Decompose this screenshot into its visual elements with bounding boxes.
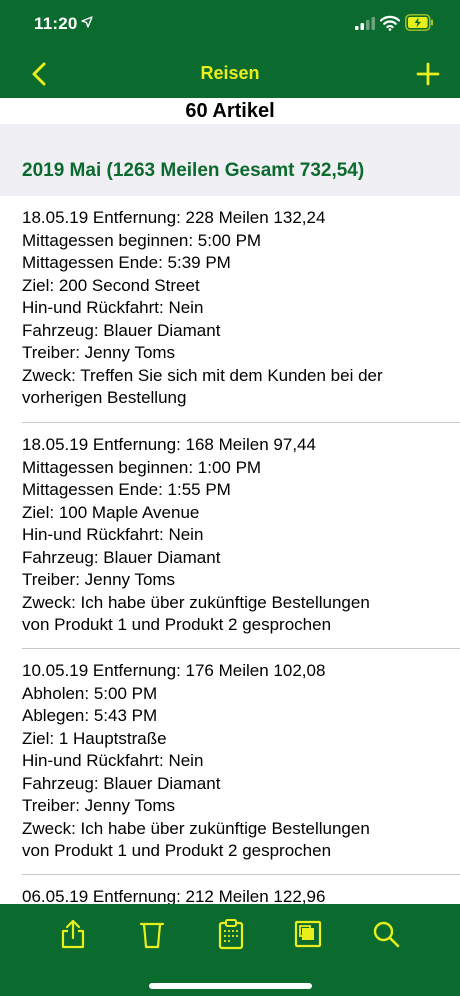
trip-line: 10.05.19 Entfernung: 176 Meilen 102,08 <box>22 661 326 680</box>
trip-entry[interactable]: 18.05.19 Entfernung: 168 Meilen 97,44 Mi… <box>22 434 442 637</box>
share-icon[interactable] <box>58 918 88 950</box>
cellular-signal-icon <box>355 17 375 30</box>
section-header: 2019 Mai (1263 Meilen Gesamt 732,54) <box>0 124 460 196</box>
navigation-bar: Reisen <box>0 50 460 98</box>
trip-line: Fahrzeug: Blauer Diamant <box>22 773 221 793</box>
location-arrow-icon <box>81 16 93 28</box>
trip-line: von Produkt 1 und Produkt 2 gesprochen <box>22 841 332 860</box>
trip-line: Ablegen: 5:43 PM <box>22 706 158 725</box>
section-title: 2019 Mai (1263 Meilen Gesamt 732,54) <box>22 160 365 181</box>
clipboard-report-icon[interactable] <box>216 918 246 950</box>
trip-entry[interactable]: 18.05.19 Entfernung: 228 Meilen 132,24 M… <box>22 207 442 410</box>
page-title: Reisen <box>200 63 260 83</box>
search-icon[interactable] <box>371 918 401 950</box>
trip-line: Treiber: Jenny Toms <box>22 570 176 589</box>
trip-line: 18.05.19 Entfernung: 228 Meilen 132,24 <box>22 208 326 227</box>
trip-line: Mittagessen Ende: 1:55 PM <box>22 480 231 499</box>
trip-line: Hin-und Rückfahrt: Nein <box>22 298 204 317</box>
row-divider <box>22 422 460 423</box>
bottom-toolbar <box>0 904 460 996</box>
trip-line: Fahrzeug: Blauer Diamant <box>22 547 221 567</box>
wifi-icon <box>380 15 400 31</box>
trip-entry[interactable]: 06.05.19 Entfernung: 212 Meilen 122,96 <box>22 886 442 904</box>
trash-icon[interactable] <box>137 918 167 950</box>
trip-line: von Produkt 1 und Produkt 2 gesprochen <box>22 615 332 634</box>
trip-line: Abholen: 5:00 PM <box>22 683 158 703</box>
top-bar: 11:20 Reisen <box>0 0 460 98</box>
plus-icon[interactable] <box>412 58 444 90</box>
trip-line: Hin-und Rückfahrt: Nein <box>22 525 204 544</box>
trip-line: vorherigen Bestellung <box>22 388 187 407</box>
status-time: 11:20 <box>34 14 78 33</box>
trip-line: Treiber: Jenny Toms <box>22 796 176 815</box>
trip-list[interactable]: 18.05.19 Entfernung: 228 Meilen 132,24 M… <box>0 196 460 904</box>
battery-charging-icon <box>405 14 433 31</box>
home-indicator <box>149 983 312 989</box>
trip-line: Zweck: Ich habe über zukünftige Bestellu… <box>22 818 370 838</box>
trip-line: 06.05.19 Entfernung: 212 Meilen 122,96 <box>22 887 326 904</box>
trip-line: Ziel: 1 Hauptstraße <box>22 728 167 748</box>
trip-line: Mittagessen Ende: 5:39 PM <box>22 253 231 272</box>
status-bar: 11:20 <box>0 0 460 50</box>
trip-line: Zweck: Treffen Sie sich mit dem Kunden b… <box>22 365 383 385</box>
trip-line: Treiber: Jenny Toms <box>22 343 176 362</box>
trip-line: Mittagessen beginnen: 1:00 PM <box>22 457 262 477</box>
trip-line: Ziel: 200 Second Street <box>22 275 200 295</box>
row-divider <box>22 874 460 875</box>
trip-entry[interactable]: 10.05.19 Entfernung: 176 Meilen 102,08 A… <box>22 660 442 863</box>
copy-square-icon[interactable] <box>293 918 323 950</box>
trip-line: Fahrzeug: Blauer Diamant <box>22 320 221 340</box>
trip-line: Hin-und Rückfahrt: Nein <box>22 751 204 770</box>
row-divider <box>22 648 460 649</box>
trip-line: Ziel: 100 Maple Avenue <box>22 502 200 522</box>
trip-line: 18.05.19 Entfernung: 168 Meilen 97,44 <box>22 435 316 454</box>
trip-line: Zweck: Ich habe über zukünftige Bestellu… <box>22 592 370 612</box>
trip-line: Mittagessen beginnen: 5:00 PM <box>22 230 262 250</box>
item-count: 60 Artikel <box>0 98 460 124</box>
